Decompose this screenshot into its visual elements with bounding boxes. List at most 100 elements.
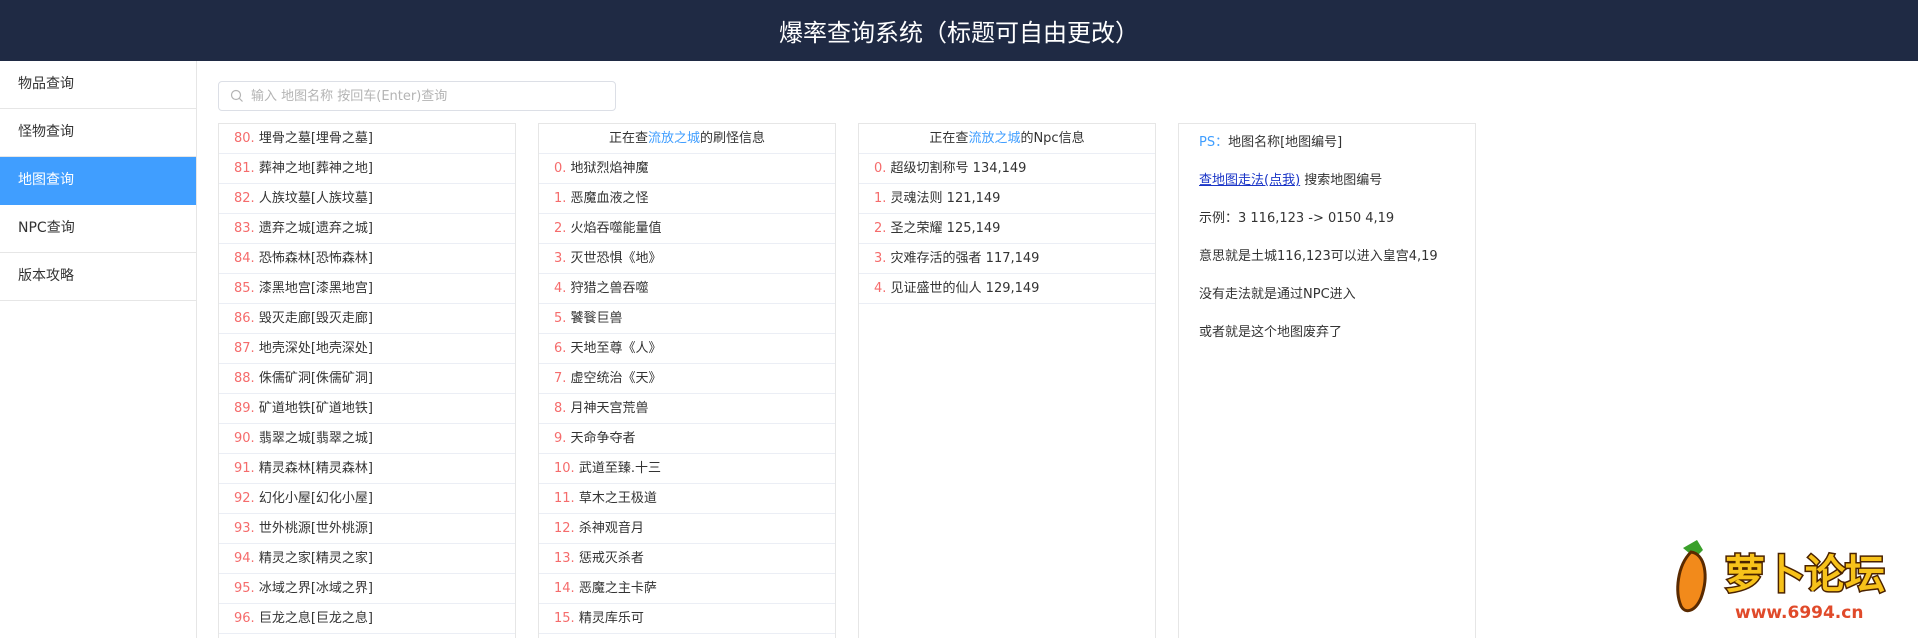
search-input[interactable] bbox=[247, 82, 615, 110]
monster-row-name: 精灵库乐可 bbox=[578, 611, 644, 626]
sidebar-item-monster-query[interactable]: 怪物查询 bbox=[0, 109, 196, 157]
npc-row[interactable]: 1. 灵魂法则 121,149 bbox=[859, 184, 1155, 214]
npc-row-name: 圣之荣耀 125,149 bbox=[890, 221, 1001, 236]
monster-row[interactable]: 5. 饕餮巨兽 bbox=[539, 304, 835, 334]
monster-head-prefix: 正在查 bbox=[608, 131, 648, 146]
npc-row[interactable]: 2. 圣之荣耀 125,149 bbox=[859, 214, 1155, 244]
map-row-name: 漆黑地宫[漆黑地宫] bbox=[258, 281, 373, 296]
npc-row-number: 3. bbox=[874, 251, 887, 266]
map-row-number: 80. bbox=[234, 131, 255, 146]
monster-row-number: 13. bbox=[554, 551, 575, 566]
monster-row[interactable]: 0. 地狱烈焰神魔 bbox=[539, 154, 835, 184]
no-path-text: 没有走法就是通过NPC进入 bbox=[1199, 287, 1356, 302]
monster-row-name: 天地至尊《人》 bbox=[570, 341, 662, 356]
monster-row[interactable]: 10. 武道至臻.十三 bbox=[539, 454, 835, 484]
app-header: 爆率查询系统（标题可自由更改） bbox=[0, 0, 1918, 61]
monster-row[interactable]: 13. 惩戒灭杀者 bbox=[539, 544, 835, 574]
monster-row[interactable]: 15. 精灵库乐可 bbox=[539, 604, 835, 634]
example-text: 示例：3 116,123 -> 0150 4,19 bbox=[1199, 211, 1395, 226]
forum-watermark-logo: 萝卜论坛 www.6994.cn bbox=[1665, 536, 1905, 626]
npc-row-name: 超级切割称号 134,149 bbox=[890, 161, 1027, 176]
monster-row[interactable]: 8. 月神天宫荒兽 bbox=[539, 394, 835, 424]
map-row[interactable]: 89. 矿道地铁[矿道地铁] bbox=[219, 394, 515, 424]
map-row-name: 埋骨之墓[埋骨之墓] bbox=[258, 131, 373, 146]
sidebar-item-npc-query[interactable]: NPC查询 bbox=[0, 205, 196, 253]
monster-row-number: 6. bbox=[554, 341, 567, 356]
monster-row[interactable]: 4. 狩猎之兽吞噬 bbox=[539, 274, 835, 304]
map-row[interactable]: 88. 侏儒矿洞[侏儒矿洞] bbox=[219, 364, 515, 394]
map-row[interactable]: 93. 世外桃源[世外桃源] bbox=[219, 514, 515, 544]
monster-info-panel: 正在查流放之城的刷怪信息 0. 地狱烈焰神魔 1. 恶魔血液之怪 2. 火焰吞噬能量… bbox=[538, 123, 836, 638]
monster-row[interactable]: 6. 天地至尊《人》 bbox=[539, 334, 835, 364]
map-row-name: 世外桃源[世外桃源] bbox=[258, 521, 373, 536]
svg-text:萝卜论坛: 萝卜论坛 bbox=[1725, 552, 1885, 598]
map-row[interactable]: 82. 人族坟墓[人族坟墓] bbox=[219, 184, 515, 214]
map-row-number: 93. bbox=[234, 521, 255, 536]
monster-row-name: 杀神观音月 bbox=[578, 521, 644, 536]
monster-row-name: 地狱烈焰神魔 bbox=[570, 161, 649, 176]
help-panel: PS：地图名称[地图编号] 查地图走法(点我) 搜索地图编号 示例：3 116,… bbox=[1178, 123, 1476, 638]
monster-row-number: 7. bbox=[554, 371, 567, 386]
map-row[interactable]: 85. 漆黑地宫[漆黑地宫] bbox=[219, 274, 515, 304]
map-row[interactable]: 83. 遗弃之城[遗弃之城] bbox=[219, 214, 515, 244]
npc-head-suffix: 的Npc信息 bbox=[1020, 131, 1085, 146]
sidebar-item-map-query[interactable]: 地图查询 bbox=[0, 157, 196, 205]
page-title: 爆率查询系统（标题可自由更改） bbox=[779, 19, 1139, 47]
route-lookup-link[interactable]: 查地图走法(点我) bbox=[1199, 173, 1300, 188]
npc-row-number: 2. bbox=[874, 221, 887, 236]
map-row-name: 精灵森林[精灵森林] bbox=[258, 461, 373, 476]
monster-row[interactable]: 14. 恶魔之主卡萨 bbox=[539, 574, 835, 604]
map-row-number: 81. bbox=[234, 161, 255, 176]
monster-row-name: 灭世恐惧《地》 bbox=[570, 251, 662, 266]
npc-info-panel: 正在查流放之城的Npc信息 0. 超级切割称号 134,149 1. 灵魂法则 1… bbox=[858, 123, 1156, 638]
map-row-name: 翡翠之城[翡翠之城] bbox=[258, 431, 373, 446]
npc-row[interactable]: 0. 超级切割称号 134,149 bbox=[859, 154, 1155, 184]
ps-line: PS：地图名称[地图编号] bbox=[1199, 130, 1475, 168]
monster-row-name: 恶魔之主卡萨 bbox=[578, 581, 657, 596]
monster-row-name: 武道至臻.十三 bbox=[578, 461, 661, 476]
monster-row[interactable]: 3. 灭世恐惧《地》 bbox=[539, 244, 835, 274]
map-row[interactable]: 87. 地壳深处[地壳深处] bbox=[219, 334, 515, 364]
monster-head-map: 流放之城 bbox=[647, 131, 700, 146]
monster-row-number: 11. bbox=[554, 491, 575, 506]
map-row[interactable]: 92. 幻化小屋[幻化小屋] bbox=[219, 484, 515, 514]
map-row[interactable]: 84. 恐怖森林[恐怖森林] bbox=[219, 244, 515, 274]
npc-head-map: 流放之城 bbox=[968, 131, 1021, 146]
monster-row[interactable]: 2. 火焰吞噬能量值 bbox=[539, 214, 835, 244]
map-row-name: 遗弃之城[遗弃之城] bbox=[258, 221, 373, 236]
monster-row[interactable]: 11. 草木之王极道 bbox=[539, 484, 835, 514]
map-row[interactable]: 94. 精灵之家[精灵之家] bbox=[219, 544, 515, 574]
monster-row-number: 2. bbox=[554, 221, 567, 236]
monster-row[interactable]: 9. 天命争夺者 bbox=[539, 424, 835, 454]
map-row-name: 恐怖森林[恐怖森林] bbox=[258, 251, 373, 266]
map-row-name: 地壳深处[地壳深处] bbox=[258, 341, 373, 356]
npc-row[interactable]: 3. 灾难存活的强者 117,149 bbox=[859, 244, 1155, 274]
map-row-name: 巨龙之息[巨龙之息] bbox=[258, 611, 373, 626]
map-row-number: 90. bbox=[234, 431, 255, 446]
map-row-number: 87. bbox=[234, 341, 255, 356]
map-row[interactable]: 90. 翡翠之城[翡翠之城] bbox=[219, 424, 515, 454]
map-row[interactable]: 86. 毁灭走廊[毁灭走廊] bbox=[219, 304, 515, 334]
map-row[interactable]: 81. 葬神之地[葬神之地] bbox=[219, 154, 515, 184]
ps-label: PS： bbox=[1199, 135, 1229, 150]
sidebar: 物品查询 怪物查询 地图查询 NPC查询 版本攻略 bbox=[0, 61, 197, 638]
map-row-name: 人族坟墓[人族坟墓] bbox=[258, 191, 373, 206]
map-row[interactable]: 80. 埋骨之墓[埋骨之墓] bbox=[219, 124, 515, 154]
map-row[interactable]: 95. 冰域之界[冰域之界] bbox=[219, 574, 515, 604]
map-row[interactable]: 91. 精灵森林[精灵森林] bbox=[219, 454, 515, 484]
monster-row[interactable]: 7. 虚空统治《天》 bbox=[539, 364, 835, 394]
monster-row-number: 15. bbox=[554, 611, 575, 626]
npc-row[interactable]: 4. 见证盛世的仙人 129,149 bbox=[859, 274, 1155, 304]
sidebar-item-item-query[interactable]: 物品查询 bbox=[0, 61, 196, 109]
npc-head-prefix: 正在查 bbox=[929, 131, 969, 146]
monster-row[interactable]: 12. 杀神观音月 bbox=[539, 514, 835, 544]
map-row-number: 85. bbox=[234, 281, 255, 296]
monster-row-number: 9. bbox=[554, 431, 567, 446]
monster-row[interactable]: 1. 恶魔血液之怪 bbox=[539, 184, 835, 214]
monster-row-number: 4. bbox=[554, 281, 567, 296]
monster-head-suffix: 的刷怪信息 bbox=[700, 131, 766, 146]
map-row[interactable]: 96. 巨龙之息[巨龙之息] bbox=[219, 604, 515, 634]
monster-row-number: 3. bbox=[554, 251, 567, 266]
sidebar-item-version-guide[interactable]: 版本攻略 bbox=[0, 253, 196, 301]
route-line: 查地图走法(点我) 搜索地图编号 bbox=[1199, 168, 1475, 206]
